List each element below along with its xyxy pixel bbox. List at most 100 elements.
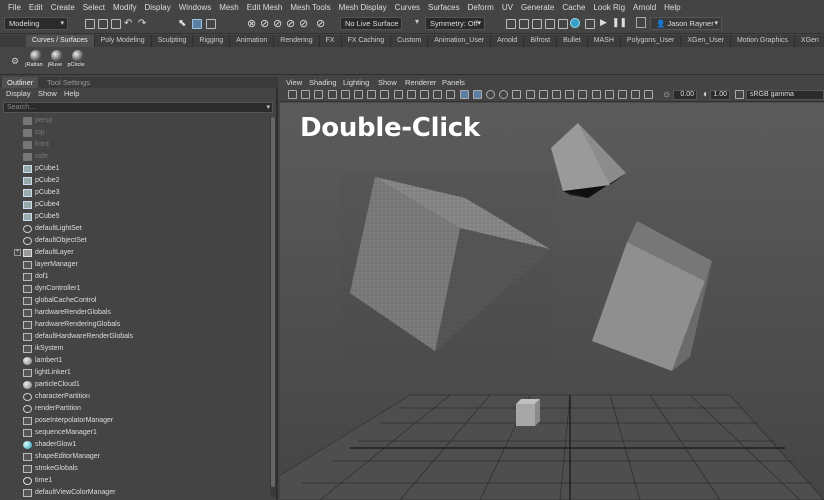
outliner-row[interactable]: defaultViewColorManager	[0, 487, 268, 499]
menu-surfaces[interactable]: Surfaces	[424, 3, 464, 12]
hud-icon[interactable]	[644, 90, 654, 99]
menu-select[interactable]: Select	[79, 3, 109, 12]
shelf-button-pcircle[interactable]: pCircle	[67, 49, 86, 73]
color-management-icon[interactable]	[735, 90, 744, 99]
menu-file[interactable]: File	[4, 3, 25, 12]
motion-blur-icon[interactable]	[552, 90, 561, 99]
2d-pan-icon[interactable]	[340, 90, 350, 99]
menu-deform[interactable]: Deform	[464, 3, 498, 12]
shelf-tab-motion-graphics[interactable]: Motion Graphics	[731, 35, 795, 47]
menu-show[interactable]: Show	[378, 77, 397, 88]
render-frame-icon[interactable]	[506, 19, 516, 29]
menu-generate[interactable]: Generate	[517, 3, 558, 12]
outliner-row[interactable]: lambert1	[0, 355, 268, 367]
menu-display[interactable]: Display	[6, 88, 31, 99]
shelf-tab-poly-modeling[interactable]: Poly Modeling	[95, 35, 152, 47]
outliner-row[interactable]: renderPartition	[0, 403, 268, 415]
snap-view-icon[interactable]: ⊘	[286, 17, 295, 30]
outliner-row[interactable]: hardwareRenderGlobals	[0, 307, 268, 319]
gate-mask-icon[interactable]	[406, 90, 416, 99]
outliner-row[interactable]: dynController1	[0, 283, 268, 295]
scrollbar-thumb[interactable]	[271, 117, 275, 487]
isolate-select-icon[interactable]	[591, 90, 601, 99]
outliner-row[interactable]: side	[0, 151, 268, 163]
outliner-row[interactable]: pCube4	[0, 199, 268, 211]
shelf-tab-bullet[interactable]: Bullet	[557, 35, 588, 47]
tab-tool-settings[interactable]: Tool Settings	[42, 77, 95, 88]
menu-mesh-display[interactable]: Mesh Display	[335, 3, 391, 12]
menu-uv[interactable]: UV	[498, 3, 517, 12]
field-chart-icon[interactable]	[420, 90, 429, 99]
menu-renderer[interactable]: Renderer	[405, 77, 436, 88]
large-cube[interactable]	[340, 173, 555, 358]
arnold-render-icon[interactable]	[570, 18, 580, 28]
shelf-tab-sculpting[interactable]: Sculpting	[152, 35, 194, 47]
make-live-icon[interactable]: ⊘	[316, 17, 325, 30]
new-scene-icon[interactable]	[85, 19, 95, 29]
menu-modify[interactable]: Modify	[109, 3, 141, 12]
color-space-field[interactable]: sRGB gamma	[746, 90, 824, 100]
select-tool-icon[interactable]: ⬉	[178, 18, 186, 29]
image-plane-icon[interactable]	[327, 90, 337, 99]
exposure-field[interactable]: 0.00	[673, 90, 697, 100]
shelf-tab-mash[interactable]: MASH	[588, 35, 621, 47]
menu-edit-mesh[interactable]: Edit Mesh	[243, 3, 287, 12]
shelf-tab-curves-surfaces[interactable]: Curves / Surfaces	[26, 35, 95, 47]
menu-arnold[interactable]: Arnold	[629, 3, 660, 12]
symmetry-chevron-icon[interactable]: ▾	[415, 17, 419, 26]
shelf-tab-rigging[interactable]: Rigging	[193, 35, 231, 47]
tab-outliner[interactable]: Outliner	[2, 77, 39, 88]
bookmark-icon[interactable]	[314, 90, 324, 99]
outliner-row[interactable]: particleCloud1	[0, 379, 268, 391]
save-scene-icon[interactable]	[111, 19, 121, 29]
small-top-cube[interactable]	[551, 123, 626, 198]
play-icon[interactable]: ▶	[600, 17, 607, 28]
xray-icon[interactable]	[604, 90, 614, 99]
workspace-icon[interactable]	[636, 17, 646, 28]
menu-view[interactable]: View	[286, 77, 302, 88]
outliner-row[interactable]: front	[0, 139, 268, 151]
shelf-tab-polygons-user[interactable]: Polygons_User	[621, 35, 682, 47]
snap-point-icon[interactable]: ⊘	[273, 17, 282, 30]
shelf-tab-animation-user[interactable]: Animation_User	[428, 35, 492, 47]
outliner-row[interactable]: characterPartition	[0, 391, 268, 403]
hypershade-icon[interactable]	[558, 19, 568, 29]
xray-joints-icon[interactable]	[618, 90, 627, 99]
gamma-field[interactable]: 1.00	[710, 90, 730, 100]
menu-show[interactable]: Show	[38, 88, 57, 99]
snap-curve-icon[interactable]: ⊘	[260, 17, 269, 30]
outliner-row[interactable]: pCube1	[0, 163, 268, 175]
menu-panels[interactable]: Panels	[442, 77, 465, 88]
outliner-row[interactable]: hardwareRenderingGlobals	[0, 319, 268, 331]
open-scene-icon[interactable]	[98, 19, 108, 29]
ipr-render-icon[interactable]	[532, 19, 542, 29]
menu-cache[interactable]: Cache	[558, 3, 589, 12]
outliner-row[interactable]: ikSystem	[0, 343, 268, 355]
grid-icon[interactable]	[367, 90, 377, 99]
outliner-row[interactable]: top	[0, 127, 268, 139]
render-settings-icon[interactable]	[545, 19, 555, 29]
menu-lighting[interactable]: Lighting	[343, 77, 369, 88]
shelf-tab-custom[interactable]: Custom	[391, 35, 429, 47]
shelf-settings-icon[interactable]: ⚙	[11, 56, 19, 67]
outliner-row[interactable]: poseInterpolatorManager	[0, 415, 268, 427]
shelf-tab-xgen-user[interactable]: XGen_User	[681, 35, 731, 47]
shelf-tab-bifrost[interactable]: Bifrost	[524, 35, 558, 47]
outliner-row[interactable]: shapeEditorManager	[0, 451, 268, 463]
expand-icon[interactable]: +	[14, 249, 21, 256]
outliner-row[interactable]: lightLinker1	[0, 367, 268, 379]
outliner-row[interactable]: strokeGlobals	[0, 463, 268, 475]
resolution-gate-icon[interactable]	[393, 90, 403, 99]
camera-attr-icon[interactable]	[301, 90, 311, 99]
menu-mesh[interactable]: Mesh	[215, 3, 243, 12]
menu-curves[interactable]: Curves	[391, 3, 424, 12]
redo-icon[interactable]: ↷	[138, 18, 146, 29]
outliner-row[interactable]: globalCacheControl	[0, 295, 268, 307]
right-cube[interactable]	[592, 221, 712, 371]
bounding-box-icon[interactable]	[486, 90, 495, 99]
shelf-button-jruve[interactable]: jRuve	[48, 49, 65, 73]
outliner-row[interactable]: pCube2	[0, 175, 268, 187]
outliner-row[interactable]: pCube3	[0, 187, 268, 199]
3d-scene[interactable]: Double-Click	[280, 103, 824, 500]
outliner-row[interactable]: sequenceManager1	[0, 427, 268, 439]
